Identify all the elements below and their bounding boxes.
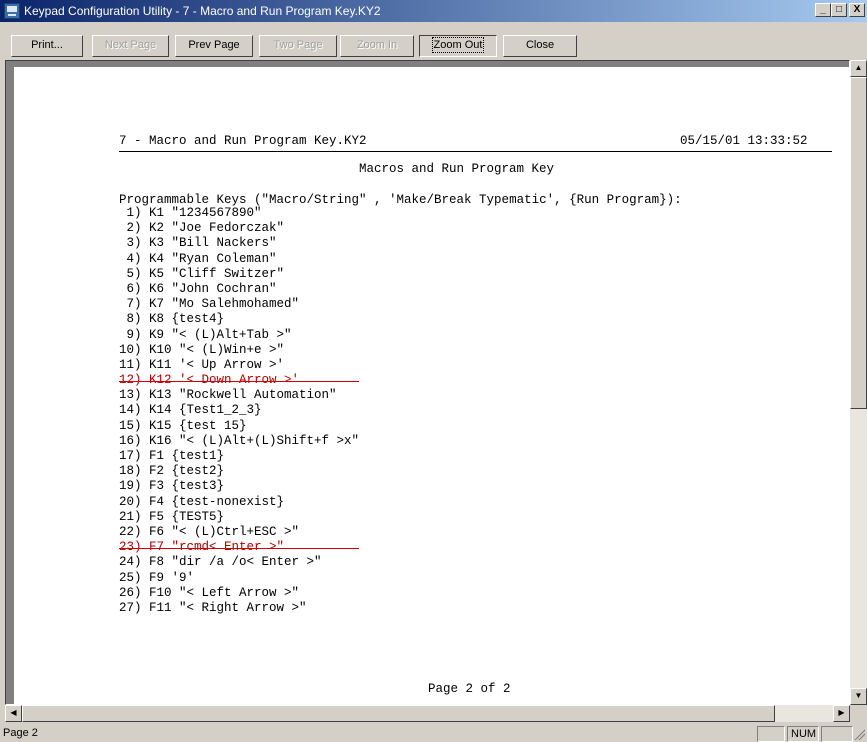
scrollbar-corner	[850, 705, 867, 722]
minimize-button[interactable]: _	[815, 3, 831, 17]
key-entry: 3) K3 "Bill Nackers"	[119, 236, 277, 251]
status-page: Page 2	[3, 727, 38, 739]
key-entry: 10) K10 "< (L)Win+e >"	[119, 342, 285, 357]
page-footer: Page 2 of 2	[428, 682, 511, 696]
key-entry: 9) K9 "< (L)Alt+Tab >"	[119, 327, 292, 342]
preview-area[interactable]: 7 - Macro and Run Program Key.KY2 05/15/…	[5, 60, 858, 707]
maximize-button[interactable]: □	[831, 3, 847, 17]
close-button[interactable]: Close	[503, 35, 577, 57]
key-entry: 7) K7 "Mo Salehmohamed"	[119, 297, 300, 312]
key-entry: 26) F10 "< Left Arrow >"	[119, 585, 300, 600]
key-entry: 14) K14 {Test1_2_3}	[119, 403, 262, 418]
key-entry: 13) K13 "Rockwell Automation"	[119, 388, 337, 403]
resize-grip-icon[interactable]	[853, 728, 865, 740]
key-entry: 11) K11 '< Up Arrow >'	[119, 357, 285, 372]
key-entry: 21) F5 {TEST5}	[119, 509, 225, 524]
vertical-scroll-thumb[interactable]	[850, 77, 867, 409]
zoom-in-button[interactable]: Zoom In	[340, 35, 414, 57]
scroll-left-icon[interactable]: ◀	[5, 705, 22, 722]
status-pane-empty-2	[821, 726, 853, 742]
key-entry: 2) K2 "Joe Fedorczak"	[119, 221, 285, 236]
scroll-up-icon[interactable]: ▲	[850, 60, 867, 77]
zoom-out-button[interactable]: Zoom Out	[419, 35, 497, 57]
next-page-button[interactable]: Next Page	[92, 35, 169, 57]
key-entry: 12) K12 '< Down Arrow >'	[119, 373, 360, 388]
key-entry: 27) F11 "< Right Arrow >"	[119, 600, 307, 615]
key-entry: 17) F1 {test1}	[119, 449, 225, 463]
key-entry: 16) K16 "< (L)Alt+(L)Shift+f >x"	[119, 433, 360, 448]
key-entry: 1) K1 "1234567890"	[119, 206, 262, 220]
programmable-keys-heading: Programmable Keys ("Macro/String" , 'Mak…	[119, 193, 682, 207]
key-entry: 22) F6 "< (L)Ctrl+ESC >"	[119, 524, 300, 539]
horizontal-scrollbar[interactable]: ◀ ▶	[5, 705, 850, 722]
key-entry: 24) F8 "dir /a /o< Enter >"	[119, 555, 322, 570]
key-entry: 8) K8 {test4}	[119, 312, 225, 327]
key-entry: 5) K5 "Cliff Switzer"	[119, 266, 285, 281]
toolbar: Print... Next Page Prev Page Two Page Zo…	[0, 22, 867, 58]
key-entry: 25) F9 '9'	[119, 570, 195, 585]
key-entry: 18) F2 {test2}	[119, 464, 225, 479]
key-entry: 4) K4 "Ryan Coleman"	[119, 251, 277, 266]
scroll-right-icon[interactable]: ▶	[833, 705, 850, 722]
status-bar: Page 2 NUM	[0, 724, 867, 742]
two-page-button[interactable]: Two Page	[259, 35, 337, 57]
status-pane-empty-1	[757, 726, 785, 742]
status-num: NUM	[787, 726, 819, 742]
key-list: 1) K1 "1234567890" 2) K2 "Joe Fedorczak"…	[119, 206, 360, 616]
key-entry: 6) K6 "John Cochran"	[119, 281, 277, 296]
horizontal-scroll-thumb[interactable]	[22, 705, 775, 722]
print-preview-page: 7 - Macro and Run Program Key.KY2 05/15/…	[14, 67, 858, 707]
app-icon[interactable]	[4, 3, 20, 19]
print-button[interactable]: Print...	[11, 35, 83, 57]
header-filename: 7 - Macro and Run Program Key.KY2	[119, 134, 367, 148]
key-entry: 15) K15 {test 15}	[119, 418, 247, 433]
prev-page-button[interactable]: Prev Page	[175, 35, 253, 57]
key-entry: 23) F7 "rcmd< Enter >"	[119, 540, 360, 555]
title-bar[interactable]: Keypad Configuration Utility - 7 - Macro…	[0, 0, 867, 22]
key-entry: 20) F4 {test-nonexist}	[119, 494, 285, 509]
vertical-scrollbar[interactable]: ▲ ▼	[850, 60, 867, 705]
key-entry: 19) F3 {test3}	[119, 479, 225, 494]
window-title: Keypad Configuration Utility - 7 - Macro…	[24, 4, 381, 18]
header-divider	[119, 151, 832, 152]
document-title: Macros and Run Program Key	[359, 162, 555, 176]
close-window-button[interactable]: X	[849, 3, 865, 17]
scroll-down-icon[interactable]: ▼	[850, 688, 867, 705]
header-datetime: 05/15/01 13:33:52	[680, 134, 808, 148]
